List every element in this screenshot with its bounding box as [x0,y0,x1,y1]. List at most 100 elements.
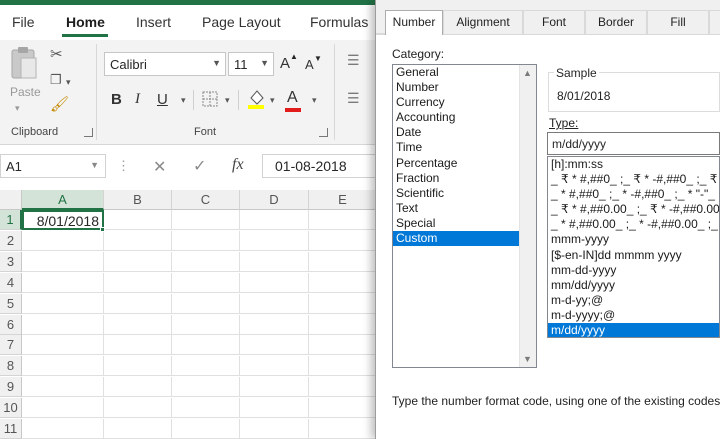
tab-file[interactable]: File [12,14,35,30]
cell[interactable] [22,377,104,398]
category-item[interactable]: Custom [393,231,536,247]
insert-function-icon[interactable]: fx [232,156,244,180]
format-code-item[interactable]: _ ₹ * #,##0_ ;_ ₹ * -#,##0_ ;_ ₹ * "-"_ … [548,172,719,187]
font-name-combo[interactable]: Calibri ▼ [104,52,226,76]
cell[interactable] [240,356,309,377]
tab-home[interactable]: Home [66,14,105,30]
format-code-item[interactable]: m-d-yyyy;@ [548,308,719,323]
row-header[interactable]: 2 [0,230,22,251]
row-header[interactable]: 6 [0,314,22,335]
cell[interactable] [22,356,104,377]
cell[interactable] [104,272,172,293]
row-header[interactable]: 5 [0,293,22,314]
category-item[interactable]: Number [393,80,536,95]
copy-icon[interactable]: ❐ [50,72,62,88]
enter-icon[interactable]: ✓ [193,156,206,180]
format-code-item[interactable]: [$-en-IN]dd mmmm yyyy [548,248,719,263]
cell[interactable] [104,398,172,419]
cell[interactable] [104,230,172,251]
paste-button-label[interactable]: Paste [10,85,41,99]
cell[interactable] [240,210,309,230]
cell[interactable] [104,314,172,335]
cancel-icon[interactable]: ✕ [153,157,166,181]
italic-button[interactable]: I [135,91,140,108]
format-code-item[interactable]: _ ₹ * #,##0.00_ ;_ ₹ * -#,##0.00_ ;_ [548,202,719,217]
cell[interactable] [104,293,172,314]
clipboard-launcher-icon[interactable] [84,128,93,137]
format-code-listbox[interactable]: [h]:mm:ss _ ₹ * #,##0_ ;_ ₹ * -#,##0_ ;_ … [547,156,720,338]
underline-dropdown-icon[interactable]: ▾ [181,95,186,106]
select-all-corner[interactable] [0,190,22,210]
format-code-item[interactable]: _ * #,##0.00_ ;_ * -#,##0.00_ ;_ * "-" [548,217,719,232]
shrink-font-button[interactable]: A [305,57,314,72]
cell[interactable] [172,272,240,293]
cell[interactable] [104,210,172,230]
cell[interactable] [172,419,240,439]
cut-icon[interactable]: ✂ [50,47,63,63]
category-listbox[interactable]: General Number Currency Accounting Date Time P… [392,64,537,368]
tab-font[interactable]: Font [523,10,585,34]
font-color-dropdown-icon[interactable]: ▾ [312,95,317,106]
align-top-icon[interactable]: ☰ [347,52,360,68]
bold-button[interactable]: B [111,91,122,108]
cell[interactable] [240,272,309,293]
fill-handle[interactable] [100,227,105,232]
cell[interactable] [172,398,240,419]
font-color-button[interactable]: A [287,89,298,107]
format-code-item[interactable]: m/dd/yyyy [548,323,719,337]
cell[interactable] [104,377,172,398]
cell[interactable] [104,419,172,439]
tab-formulas[interactable]: Formulas [310,14,368,30]
row-header[interactable]: 1 [0,210,22,230]
cell[interactable] [172,210,240,230]
category-item[interactable]: Accounting [393,110,536,125]
cell[interactable] [309,335,377,356]
formula-input[interactable]: 01-08-2018 [262,154,385,178]
cell[interactable] [240,230,309,251]
format-code-item[interactable]: mm/dd/yyyy [548,278,719,293]
borders-dropdown-icon[interactable]: ▾ [225,95,230,106]
cell[interactable] [240,398,309,419]
category-item[interactable]: Text [393,201,536,216]
cell[interactable] [240,335,309,356]
column-header-e[interactable]: E [309,190,377,210]
cell[interactable] [172,377,240,398]
tab-border[interactable]: Border [585,10,647,34]
cell[interactable] [240,314,309,335]
category-item[interactable]: General [393,65,536,80]
borders-icon[interactable] [202,91,218,107]
cell[interactable] [172,335,240,356]
category-item[interactable]: Date [393,125,536,140]
row-header[interactable]: 8 [0,356,22,377]
cell[interactable] [309,314,377,335]
cell[interactable] [309,293,377,314]
tab-protection-partial[interactable] [709,10,720,34]
category-item[interactable]: Scientific [393,186,536,201]
category-scrollbar[interactable]: ▲ ▼ [519,65,536,367]
cell[interactable] [309,272,377,293]
type-input[interactable]: m/dd/yyyy [547,132,720,155]
name-box[interactable]: A1 ▼ [0,154,106,178]
active-cell-a1[interactable]: 8/01/2018 [22,210,104,230]
cell[interactable] [22,419,104,439]
cell[interactable] [309,356,377,377]
cell[interactable] [172,230,240,251]
cell[interactable] [22,251,104,272]
category-item[interactable]: Special [393,216,536,231]
cell[interactable] [309,377,377,398]
format-code-item[interactable]: _ * #,##0_ ;_ * -#,##0_ ;_ * "-"_ ;_ @_ [548,187,719,202]
cell[interactable] [309,251,377,272]
paste-dropdown-icon[interactable]: ▾ [15,103,20,114]
format-code-item[interactable]: [h]:mm:ss [548,157,719,172]
cell[interactable] [22,272,104,293]
cell[interactable] [172,356,240,377]
cell[interactable] [240,377,309,398]
format-code-item[interactable]: mmm-yyyy [548,232,719,247]
row-header[interactable]: 7 [0,335,22,356]
cell[interactable] [309,210,377,230]
category-item[interactable]: Fraction [393,171,536,186]
cell[interactable] [309,419,377,439]
cell[interactable] [240,419,309,439]
cell[interactable] [172,314,240,335]
cell[interactable] [240,293,309,314]
